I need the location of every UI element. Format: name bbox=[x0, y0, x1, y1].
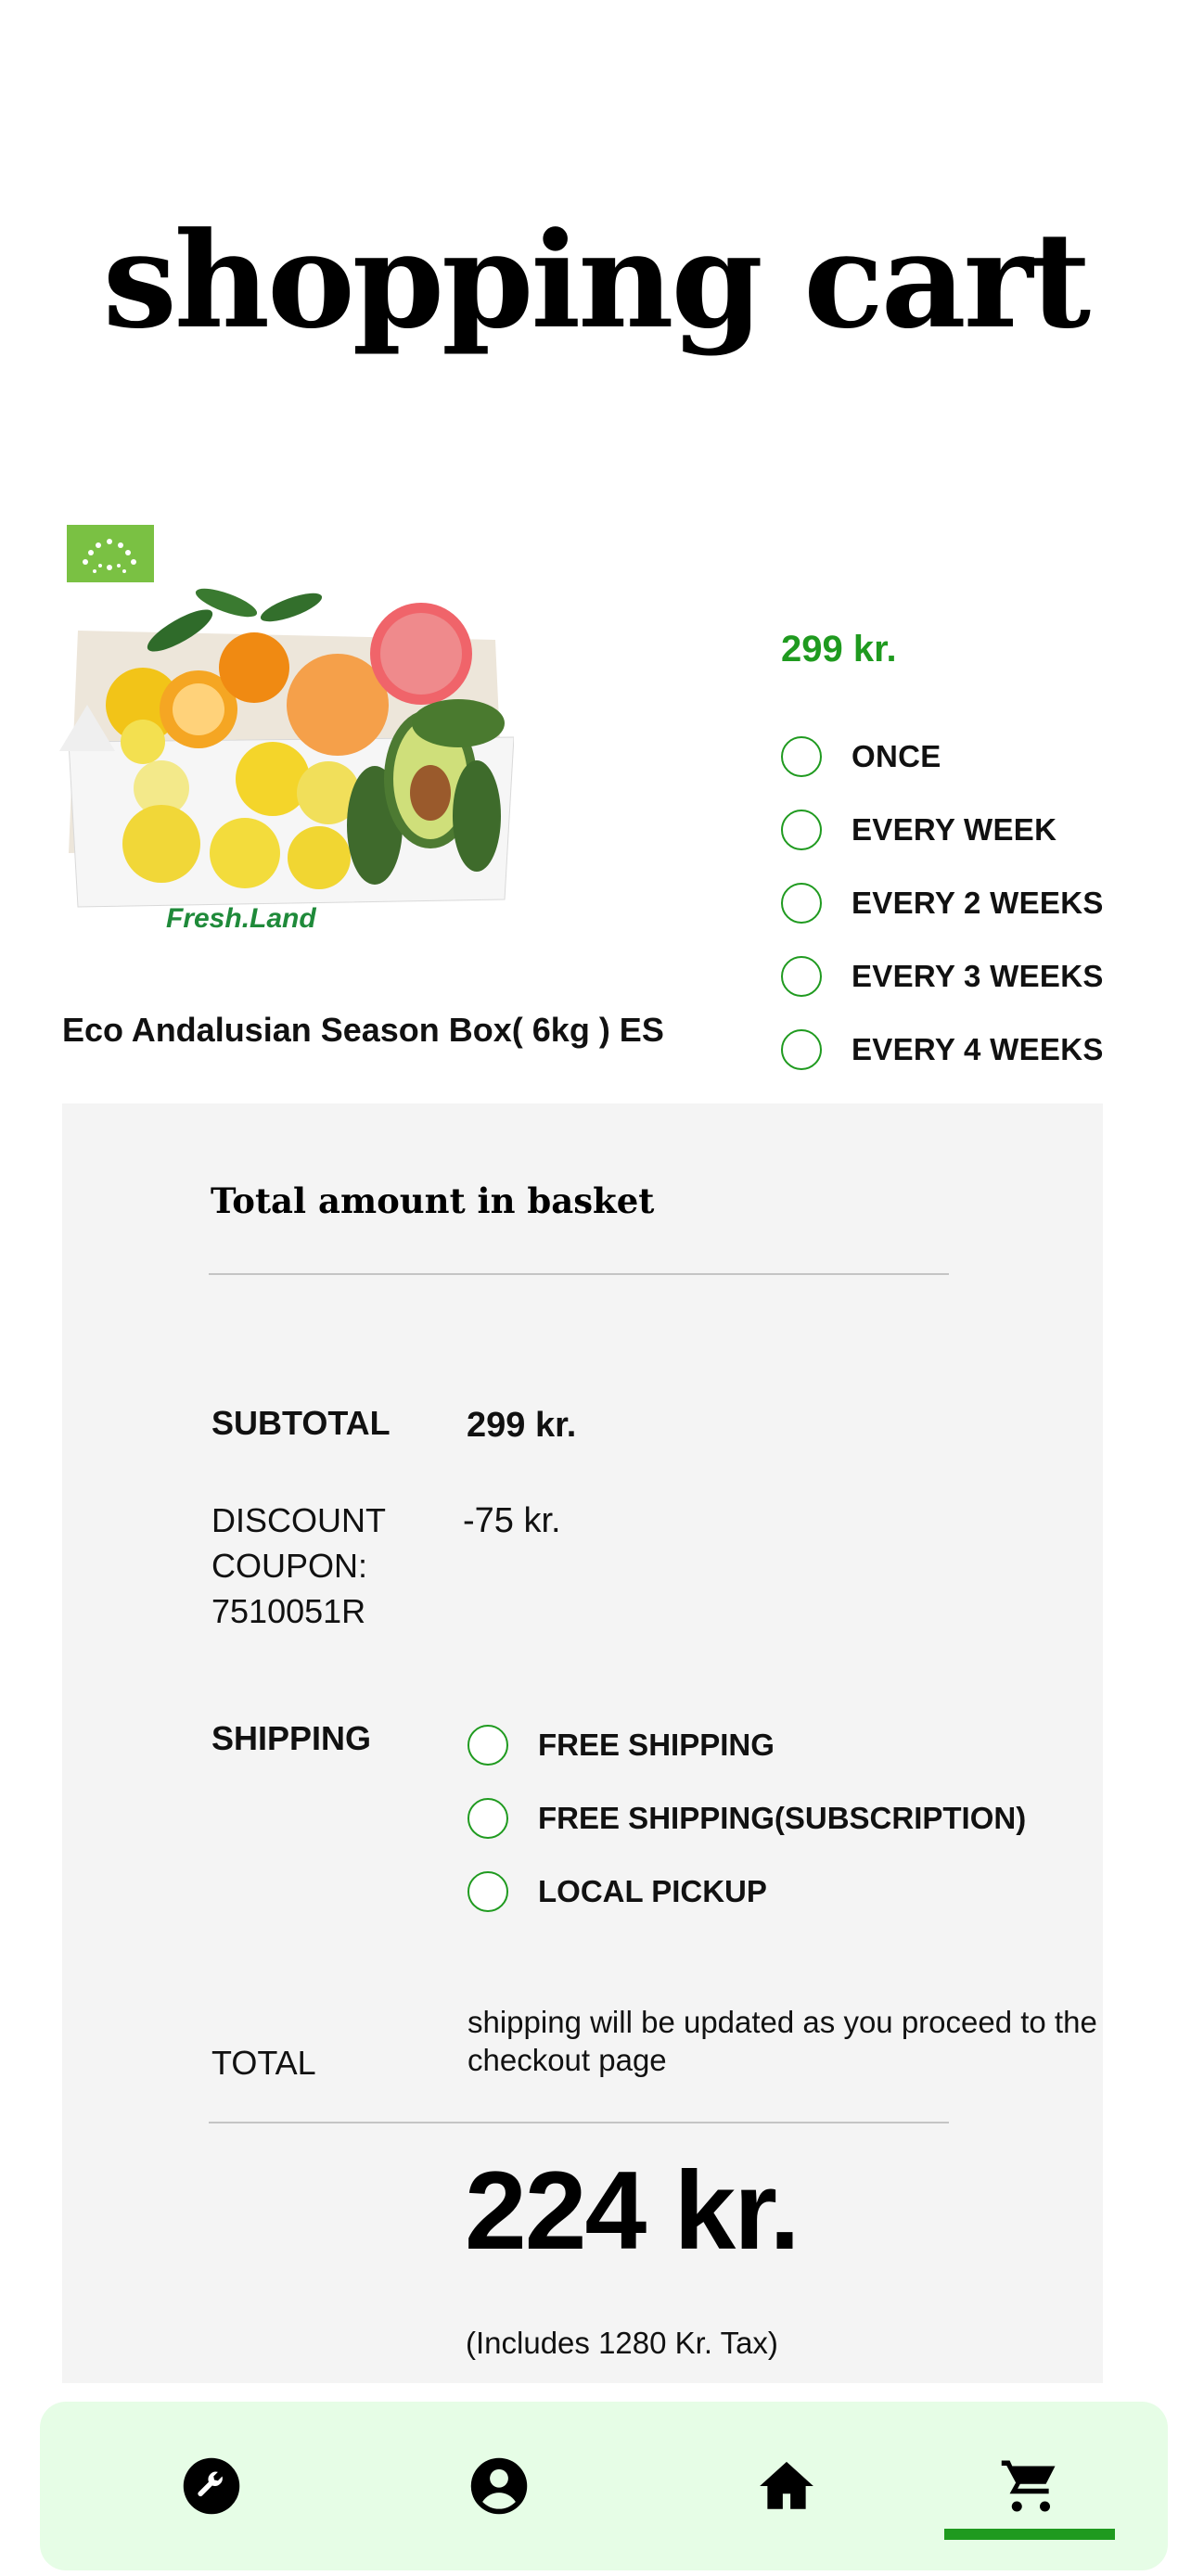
nav-account[interactable] bbox=[416, 2402, 583, 2570]
radio-button[interactable] bbox=[781, 955, 822, 997]
frequency-label: ONCE bbox=[852, 738, 941, 773]
frequency-option-every-4-weeks[interactable]: EVERY 4 WEEKS bbox=[781, 1013, 1104, 1086]
shipping-option-label: FREE SHIPPING bbox=[538, 1727, 775, 1762]
summary-title: Total amount in basket bbox=[211, 1180, 655, 1221]
frequency-option-every-3-weeks[interactable]: EVERY 3 WEEKS bbox=[781, 939, 1104, 1013]
shipping-option-free-subscription[interactable]: FREE SHIPPING(SUBSCRIPTION) bbox=[467, 1781, 1026, 1855]
frequency-label: EVERY 2 WEEKS bbox=[852, 885, 1104, 920]
total-label: TOTAL bbox=[211, 2044, 316, 2082]
subtotal-label: SUBTOTAL bbox=[211, 1404, 391, 1442]
shipping-options: FREE SHIPPING FREE SHIPPING(SUBSCRIPTION… bbox=[467, 1708, 1026, 1928]
radio-button[interactable] bbox=[781, 882, 822, 924]
radio-button[interactable] bbox=[781, 1028, 822, 1070]
coupon-code: 7510051R bbox=[211, 1592, 366, 1630]
bottom-navigation bbox=[40, 2402, 1168, 2570]
nav-cart[interactable] bbox=[946, 2402, 1113, 2570]
radio-button[interactable] bbox=[467, 1797, 508, 1839]
subtotal-value: 299 kr. bbox=[467, 1406, 577, 1445]
shipping-option-local-pickup[interactable]: LOCAL PICKUP bbox=[467, 1855, 1026, 1928]
shipping-label: SHIPPING bbox=[211, 1719, 372, 1757]
coupon-label: COUPON: bbox=[211, 1547, 368, 1585]
tools-icon bbox=[183, 2457, 240, 2515]
account-icon bbox=[470, 2457, 528, 2515]
radio-button[interactable] bbox=[467, 1724, 508, 1766]
discount-value: -75 kr. bbox=[463, 1501, 561, 1540]
frequency-label: EVERY 3 WEEKS bbox=[852, 958, 1104, 993]
frequency-label: EVERY WEEK bbox=[852, 811, 1057, 847]
product-name: Eco Andalusian Season Box( 6kg ) ES bbox=[62, 1011, 664, 1049]
divider bbox=[209, 2122, 949, 2123]
frequency-options: ONCE EVERY WEEK EVERY 2 WEEKS EVERY 3 WE… bbox=[781, 720, 1104, 1086]
shipping-note: shipping will be updated as you proceed … bbox=[467, 2005, 1097, 2077]
active-tab-indicator bbox=[944, 2529, 1115, 2540]
frequency-label: EVERY 4 WEEKS bbox=[852, 1031, 1104, 1066]
shipping-option-label: FREE SHIPPING(SUBSCRIPTION) bbox=[538, 1800, 1027, 1835]
radio-button[interactable] bbox=[781, 809, 822, 850]
shipping-option-free[interactable]: FREE SHIPPING bbox=[467, 1708, 1026, 1781]
nav-tools[interactable] bbox=[128, 2402, 295, 2570]
nav-home[interactable] bbox=[703, 2402, 870, 2570]
radio-button[interactable] bbox=[467, 1870, 508, 1912]
total-amount: 224 kr. bbox=[465, 2149, 800, 2273]
basket-summary-panel: Total amount in basket SUBTOTAL 299 kr. … bbox=[62, 1103, 1103, 2383]
frequency-option-every-week[interactable]: EVERY WEEK bbox=[781, 793, 1104, 866]
eco-leaf-badge bbox=[67, 525, 154, 582]
frequency-option-once[interactable]: ONCE bbox=[781, 720, 1104, 793]
discount-label: DISCOUNT bbox=[211, 1501, 386, 1539]
cart-icon bbox=[1001, 2460, 1056, 2512]
shipping-option-label: LOCAL PICKUP bbox=[538, 1873, 767, 1908]
radio-button[interactable] bbox=[781, 735, 822, 777]
tax-note: (Includes 1280 Kr. Tax) bbox=[466, 2326, 778, 2360]
page-title: shopping cart bbox=[102, 204, 1091, 358]
product-price: 299 kr. bbox=[781, 629, 897, 670]
svg-text:Fresh.Land: Fresh.Land bbox=[166, 903, 316, 934]
home-icon bbox=[760, 2461, 813, 2509]
frequency-option-every-2-weeks[interactable]: EVERY 2 WEEKS bbox=[781, 866, 1104, 939]
divider bbox=[209, 1273, 949, 1275]
